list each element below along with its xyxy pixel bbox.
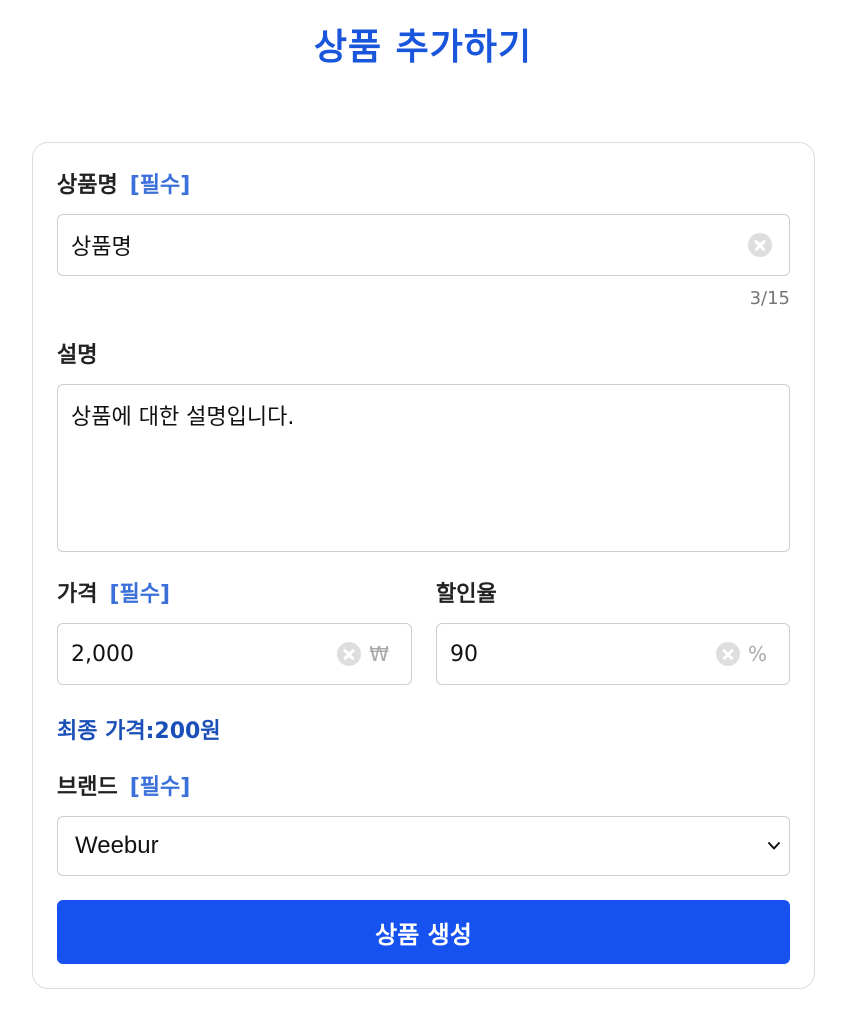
discount-label-text: 할인율 <box>436 582 497 607</box>
clear-icon[interactable] <box>337 642 362 666</box>
required-badge: [필수] <box>129 173 191 198</box>
product-form-card: 상품명 [필수] 상품명 3/15 설명 상품에 대한 설명입니다. 가격 [필… <box>32 142 815 989</box>
chevron-down-icon <box>768 842 780 850</box>
price-label: 가격 [필수] <box>57 576 170 608</box>
discount-label: 할인율 <box>436 576 497 608</box>
description-value: 상품에 대한 설명입니다. <box>71 405 295 430</box>
product-name-value: 상품명 <box>71 235 132 260</box>
required-badge: [필수] <box>129 775 191 800</box>
brand-label-text: 브랜드 <box>57 775 118 800</box>
brand-selected-value: Weebur <box>75 832 159 859</box>
char-counter: 3/15 <box>749 288 790 309</box>
clear-icon[interactable] <box>715 642 740 666</box>
discount-input[interactable]: 90 % <box>436 623 790 685</box>
won-unit: ₩ <box>369 642 389 666</box>
percent-unit: % <box>747 642 767 666</box>
brand-select[interactable]: Weebur <box>57 816 790 876</box>
product-name-input[interactable]: 상품명 <box>57 214 790 276</box>
discount-value: 90 <box>450 641 478 667</box>
description-label: 설명 <box>57 337 97 369</box>
product-name-label: 상품명 [필수] <box>57 167 190 199</box>
brand-label: 브랜드 [필수] <box>57 769 190 801</box>
product-name-label-text: 상품명 <box>57 173 118 198</box>
description-textarea[interactable]: 상품에 대한 설명입니다. <box>57 384 790 552</box>
required-badge: [필수] <box>109 582 171 607</box>
page-title: 상품 추가하기 <box>313 27 533 68</box>
price-input[interactable]: 2,000 ₩ <box>57 623 412 685</box>
clear-icon[interactable] <box>748 233 772 257</box>
description-label-text: 설명 <box>57 343 98 368</box>
final-price-text: 최종 가격:200원 <box>57 719 221 744</box>
price-label-text: 가격 <box>57 582 98 607</box>
create-product-button[interactable]: 상품 생성 <box>57 900 790 964</box>
price-value: 2,000 <box>71 641 134 667</box>
